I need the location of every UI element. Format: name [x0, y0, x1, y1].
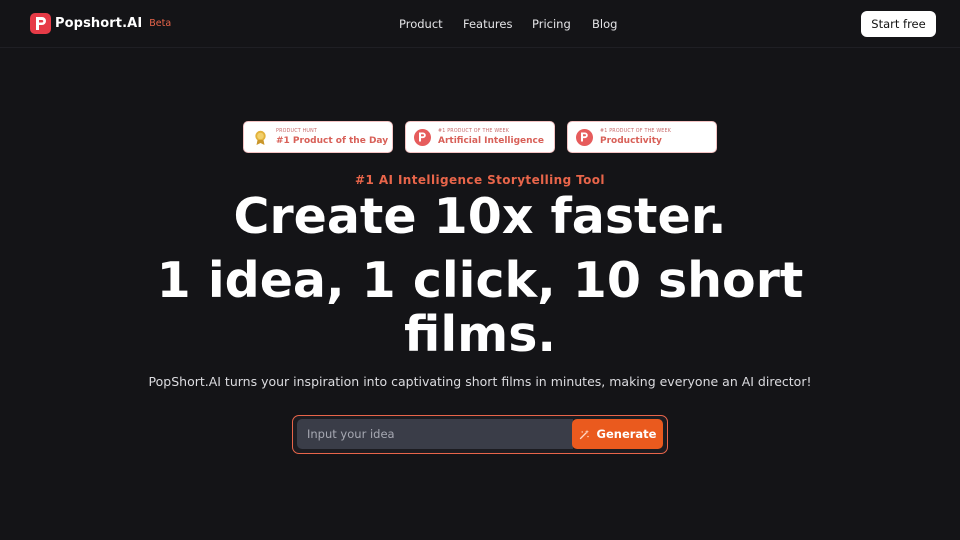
- generate-button[interactable]: Generate: [572, 419, 663, 449]
- nav-blog[interactable]: Blog: [592, 17, 617, 31]
- idea-input[interactable]: [297, 419, 573, 449]
- badge-caption: #1 PRODUCT OF THE WEEK: [600, 128, 672, 134]
- nav-features[interactable]: Features: [463, 17, 512, 31]
- badge-caption: #1 PRODUCT OF THE WEEK: [438, 128, 510, 134]
- landing-page: Popshort.AI Beta Product Features Pricin…: [0, 0, 960, 540]
- start-free-button[interactable]: Start free: [861, 11, 936, 37]
- badge-caption: PRODUCT HUNT: [276, 128, 318, 134]
- badge-artificial-intelligence[interactable]: #1 PRODUCT OF THE WEEK Artificial Intell…: [405, 121, 555, 153]
- hero-tagline: #1 AI Intelligence Storytelling Tool: [355, 173, 605, 187]
- generate-label: Generate: [596, 427, 657, 441]
- badge-title: #1 Product of the Day: [276, 135, 389, 146]
- product-hunt-icon: [576, 128, 593, 146]
- hero-headline-line-3: films.: [404, 306, 556, 363]
- main-nav: Product Features Pricing Blog: [0, 17, 960, 33]
- hero-headline-line-2: 1 idea, 1 click, 10 short: [156, 252, 804, 309]
- nav-pricing[interactable]: Pricing: [532, 17, 571, 31]
- badge-productivity[interactable]: #1 PRODUCT OF THE WEEK Productivity: [567, 121, 717, 153]
- hero-subtitle: PopShort.AI turns your inspiration into …: [148, 374, 812, 389]
- top-navbar: Popshort.AI Beta Product Features Pricin…: [0, 0, 960, 48]
- product-hunt-icon: [414, 128, 431, 146]
- nav-product[interactable]: Product: [399, 17, 443, 31]
- idea-form: Generate: [292, 415, 668, 454]
- sparkle-wand-icon: [579, 425, 590, 444]
- badge-product-of-day[interactable]: PRODUCT HUNT #1 Product of the Day: [243, 121, 393, 153]
- medal-icon: [252, 129, 269, 146]
- hero-headline-line-1: Create 10x faster.: [233, 188, 727, 245]
- badge-title: Artificial Intelligence: [438, 135, 544, 146]
- badge-title: Productivity: [600, 135, 662, 146]
